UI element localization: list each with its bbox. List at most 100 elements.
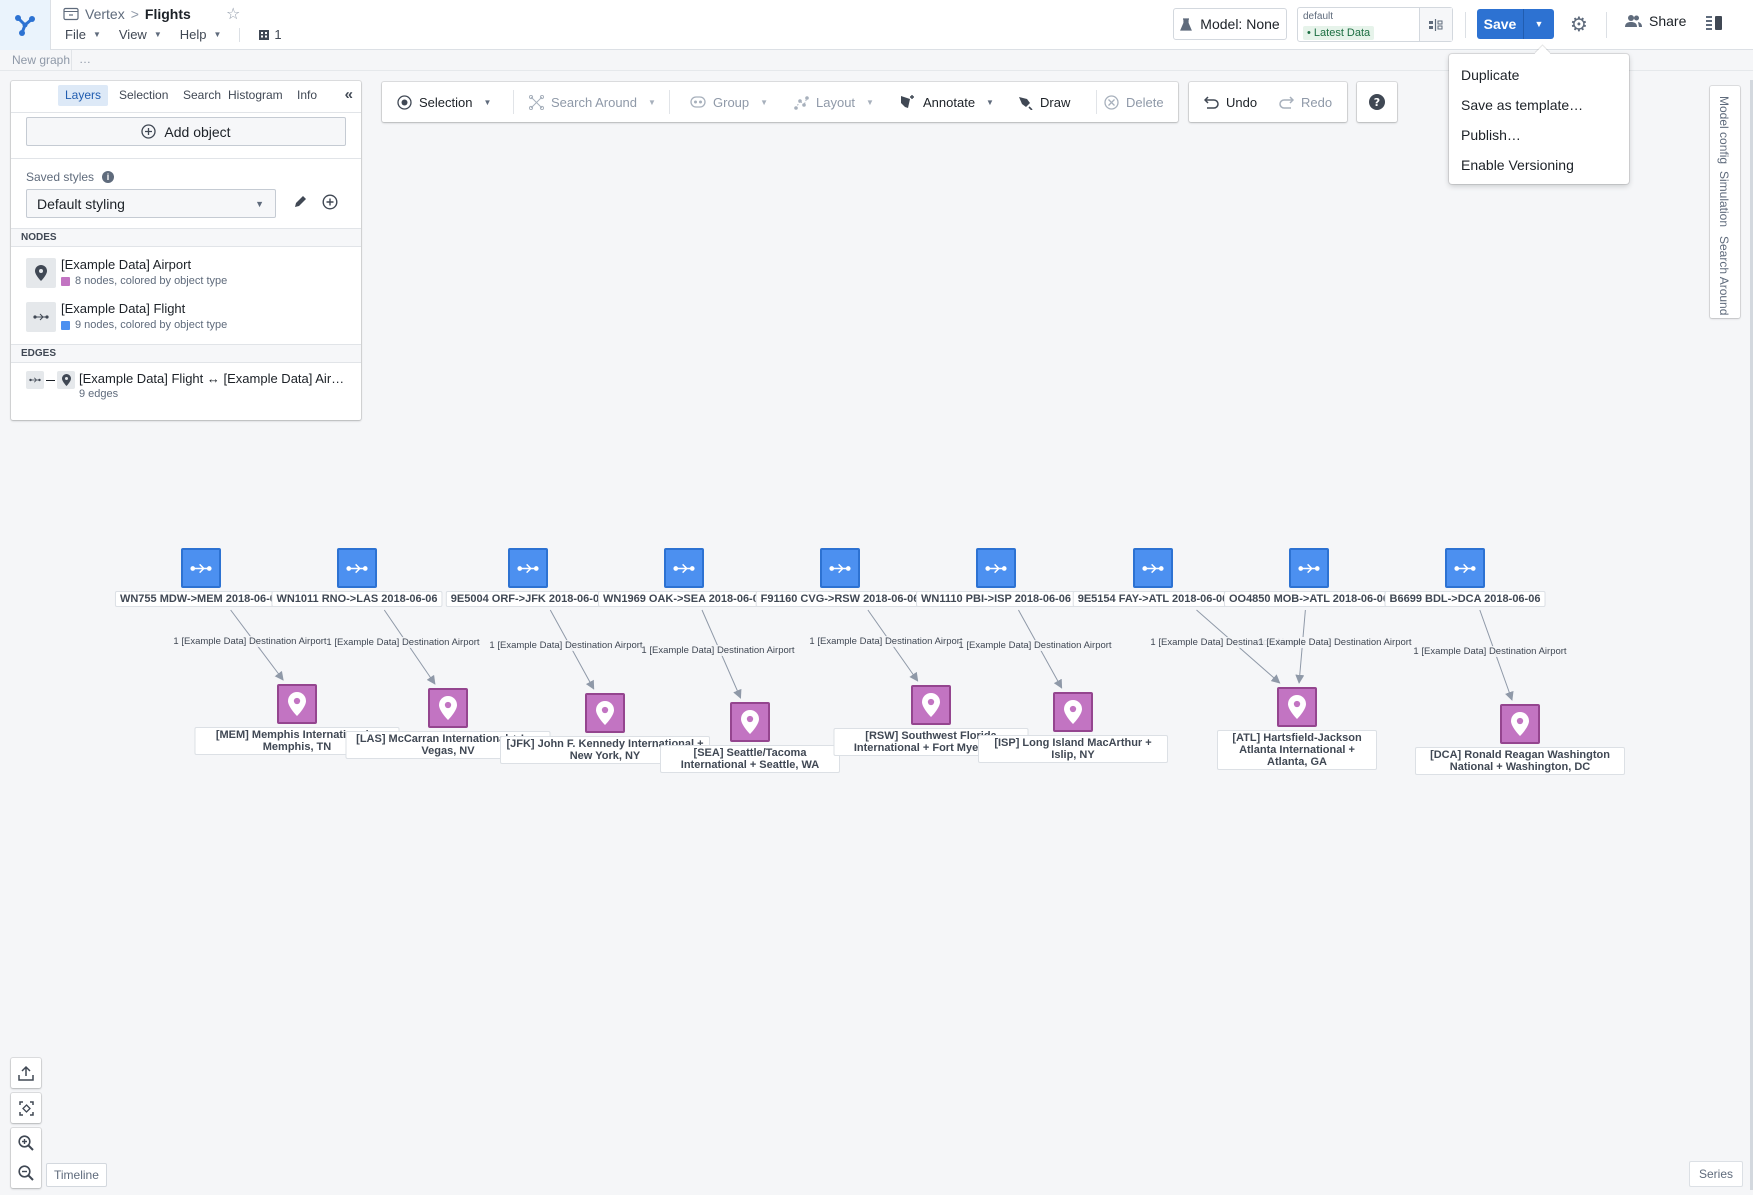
favorite-star-icon[interactable]: ☆: [226, 4, 240, 24]
flight-node[interactable]: [181, 548, 221, 588]
menu-item-enable-versioning[interactable]: Enable Versioning: [1449, 150, 1629, 180]
map-pin-icon: [1288, 695, 1306, 719]
add-object-button[interactable]: Add object: [26, 117, 346, 146]
info-icon[interactable]: i: [102, 171, 115, 183]
tab-model-config[interactable]: Model config: [1717, 96, 1731, 164]
search-around-button[interactable]: Search Around ▼: [529, 82, 656, 122]
flight-node[interactable]: [1445, 548, 1485, 588]
flight-node-label[interactable]: B6699 BDL->DCA 2018-06-06: [1384, 591, 1546, 607]
flight-node-label[interactable]: WN755 MDW->MEM 2018-06-06: [114, 591, 288, 607]
share-button[interactable]: Share: [1625, 13, 1686, 29]
add-style-icon[interactable]: [322, 194, 338, 213]
breadcrumb-parent[interactable]: Vertex: [85, 6, 125, 22]
page-title[interactable]: Flights: [145, 6, 191, 22]
menu-item-save-as-template[interactable]: Save as template…: [1449, 90, 1629, 120]
color-swatch[interactable]: [61, 320, 70, 330]
edge-label: 1 [Example Data] Destination Airport: [326, 637, 480, 648]
sidebar-toggle-icon[interactable]: [1706, 15, 1724, 34]
layers-panel: Layers Selection Search Histogram Info «…: [11, 81, 361, 420]
color-swatch[interactable]: [61, 276, 70, 286]
flight-node[interactable]: [976, 548, 1016, 588]
airport-node-label[interactable]: [DCA] Ronald Reagan Washington National …: [1415, 747, 1625, 775]
layer-subtitle-text: 9 nodes, colored by object type: [75, 319, 228, 331]
flight-node-label[interactable]: OO4850 MOB->ATL 2018-06-06: [1223, 591, 1395, 607]
menu-view[interactable]: View ▼: [119, 27, 162, 42]
save-options-caret-icon[interactable]: ▼: [1524, 9, 1554, 39]
divider: [669, 90, 670, 114]
draw-button[interactable]: Draw: [1018, 82, 1070, 122]
redo-button[interactable]: Redo: [1279, 82, 1332, 122]
airport-node[interactable]: [428, 688, 468, 728]
collapse-panel-icon[interactable]: «: [345, 86, 353, 103]
layer-title: [Example Data] Flight: [61, 301, 186, 316]
zoom-in-button[interactable]: [11, 1128, 41, 1158]
zoom-out-button[interactable]: [11, 1158, 41, 1188]
gear-icon[interactable]: ⚙: [1570, 12, 1588, 37]
graph-tab-new-graph[interactable]: New graph: [12, 53, 70, 67]
add-circle-icon: [141, 124, 157, 139]
airport-node-label[interactable]: [ATL] Hartsfield-Jackson Atlanta Interna…: [1217, 730, 1377, 770]
more-tabs-button[interactable]: …: [79, 52, 91, 66]
flight-node[interactable]: [508, 548, 548, 588]
map-pin-icon: [922, 693, 940, 717]
branch-compare-button[interactable]: [1419, 8, 1452, 41]
app-logo[interactable]: [0, 0, 51, 50]
tab-selection[interactable]: Selection: [112, 85, 175, 106]
branch-selector[interactable]: default • Latest Data: [1297, 7, 1453, 42]
search-around-label: Search Around: [551, 94, 638, 110]
zoom-out-icon: [18, 1165, 34, 1181]
menu-file[interactable]: File ▼: [65, 27, 101, 42]
flight-node[interactable]: [664, 548, 704, 588]
layout-button[interactable]: Layout ▼: [794, 82, 874, 122]
flight-node-label[interactable]: WN1969 OAK->SEA 2018-06-06: [598, 591, 770, 607]
tab-layers[interactable]: Layers: [58, 85, 109, 106]
series-button[interactable]: Series: [1689, 1161, 1744, 1187]
airport-node[interactable]: [730, 702, 770, 742]
tab-info[interactable]: Info: [290, 85, 324, 106]
tab-search-around[interactable]: Search Around: [1717, 236, 1731, 315]
edit-style-pencil-icon[interactable]: [293, 194, 308, 212]
menu-item-publish[interactable]: Publish…: [1449, 120, 1629, 150]
save-button[interactable]: Save: [1477, 9, 1524, 39]
flight-node-label[interactable]: F91160 CVG->RSW 2018-06-06: [755, 591, 925, 607]
export-button[interactable]: [11, 1058, 41, 1088]
tab-histogram[interactable]: Histogram: [221, 85, 290, 106]
airport-node[interactable]: [277, 684, 317, 724]
timeline-button[interactable]: Timeline: [46, 1163, 107, 1187]
delete-button[interactable]: Delete: [1104, 82, 1164, 122]
layer-node-flight[interactable]: [Example Data] Flight 9 nodes, colored b…: [26, 301, 356, 338]
save-options-menu: Duplicate Save as template… Publish… Ena…: [1449, 54, 1629, 184]
project-count[interactable]: 1: [258, 27, 282, 42]
airport-node[interactable]: [1500, 704, 1540, 744]
airport-node[interactable]: [1277, 687, 1317, 727]
save-button-group: Save ▼: [1477, 9, 1554, 39]
flight-node-label[interactable]: 9E5154 FAY->ATL 2018-06-06: [1072, 591, 1234, 607]
layer-edge-flight-airport[interactable]: [Example Data] Flight ↔ [Example Data] A…: [26, 371, 356, 407]
fit-to-screen-button[interactable]: [11, 1093, 41, 1123]
menu-item-duplicate[interactable]: Duplicate: [1449, 60, 1629, 90]
airport-node-label[interactable]: [SEA] Seattle/Tacoma International + Sea…: [660, 745, 840, 773]
help-button[interactable]: ?: [1369, 82, 1385, 122]
annotate-button[interactable]: Annotate ▼: [900, 82, 994, 122]
flight-node[interactable]: [820, 548, 860, 588]
flight-node-label[interactable]: 9E5004 ORF->JFK 2018-06-06: [445, 591, 611, 607]
flight-node-label[interactable]: WN1011 RNO->LAS 2018-06-06: [271, 591, 443, 607]
saved-styles-select[interactable]: Default styling ▼: [26, 189, 276, 218]
flight-node-label[interactable]: WN1110 PBI->ISP 2018-06-06: [916, 591, 1076, 607]
flight-node[interactable]: [1133, 548, 1173, 588]
airport-node[interactable]: [911, 685, 951, 725]
model-button[interactable]: Model: None: [1173, 8, 1287, 40]
flight-route-icon: [346, 563, 368, 573]
selection-tool-button[interactable]: Selection ▼: [397, 82, 491, 122]
tab-simulation[interactable]: Simulation: [1717, 171, 1731, 227]
flight-node[interactable]: [337, 548, 377, 588]
flight-node[interactable]: [1289, 548, 1329, 588]
menu-help[interactable]: Help ▼: [180, 27, 222, 42]
group-button[interactable]: Group ▼: [690, 82, 768, 122]
caret-down-icon: ▼: [986, 97, 994, 107]
airport-node-label[interactable]: [ISP] Long Island MacArthur + Islip, NY: [978, 735, 1168, 763]
layer-node-airport[interactable]: [Example Data] Airport 8 nodes, colored …: [26, 257, 356, 294]
undo-button[interactable]: Undo: [1204, 82, 1257, 122]
airport-node[interactable]: [585, 693, 625, 733]
airport-node[interactable]: [1053, 692, 1093, 732]
